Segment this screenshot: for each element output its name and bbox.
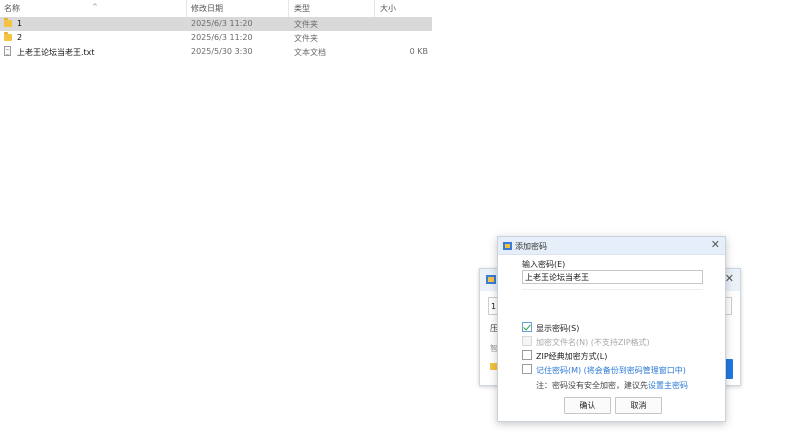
column-header-row: 名称 ^ 修改日期 类型 大小: [0, 0, 432, 17]
folder-icon: [4, 18, 12, 27]
close-icon[interactable]: ✕: [725, 272, 734, 285]
show-password-checkbox[interactable]: [522, 322, 532, 332]
column-header-name[interactable]: 名称: [4, 3, 20, 14]
text-file-icon: [4, 46, 11, 56]
close-button[interactable]: ✕: [711, 238, 720, 251]
file-date: 2025/6/3 11:20: [191, 19, 253, 28]
file-type: 文本文档: [294, 48, 326, 57]
column-divider[interactable]: [374, 0, 375, 17]
file-type: 文件夹: [294, 34, 318, 43]
zip-classic-label[interactable]: ZIP经典加密方式(L): [536, 351, 607, 362]
archive-app-icon: [503, 242, 512, 250]
column-header-size[interactable]: 大小: [380, 3, 396, 14]
file-row-2[interactable]: 2 2025/6/3 11:20 文件夹: [0, 31, 432, 45]
column-header-date[interactable]: 修改日期: [191, 3, 223, 14]
file-name: 上老王论坛当老王.txt: [17, 48, 95, 57]
file-row-txt[interactable]: 上老王论坛当老王.txt 2025/5/30 3:30 文本文档 0 KB: [0, 45, 432, 59]
file-date: 2025/5/30 3:30: [191, 47, 253, 56]
folder-icon: [4, 32, 12, 41]
close-icon: ✕: [710, 238, 720, 251]
file-type: 文件夹: [294, 20, 318, 29]
zip-classic-checkbox[interactable]: [522, 350, 532, 360]
security-note-text: 注：密码没有安全加密，建议先: [536, 381, 648, 390]
confirm-button[interactable]: 确认: [564, 397, 611, 414]
column-divider[interactable]: [288, 0, 289, 17]
column-divider[interactable]: [186, 0, 187, 17]
encrypt-filenames-checkbox: [522, 336, 532, 346]
file-size: 0 KB: [409, 47, 428, 56]
add-password-dialog: 添加密码 ✕ 输入密码(E) 显示密码(S) 加密文件名(N) (不支持ZIP格…: [497, 236, 726, 422]
encrypt-filenames-label: 加密文件名(N) (不支持ZIP格式): [536, 338, 650, 347]
cancel-button[interactable]: 取消: [615, 397, 662, 414]
file-name: 2: [17, 33, 23, 42]
show-password-label[interactable]: 显示密码(S): [536, 323, 579, 334]
archive-app-icon: [486, 275, 496, 284]
divider: [522, 289, 703, 290]
password-label: 输入密码(E): [522, 260, 566, 269]
file-list: 名称 ^ 修改日期 类型 大小 1 2025/6/3 11:20 文件夹 2 2…: [0, 0, 432, 59]
file-date: 2025/6/3 11:20: [191, 33, 253, 42]
set-master-password-link[interactable]: 设置主密码: [648, 381, 688, 390]
column-header-type[interactable]: 类型: [294, 3, 310, 14]
file-name: 1: [17, 19, 23, 28]
remember-password-checkbox[interactable]: [522, 364, 532, 374]
dialog-titlebar: 添加密码 ✕: [498, 237, 725, 255]
password-input[interactable]: [522, 270, 703, 284]
sort-caret-icon: ^: [92, 3, 98, 11]
start-compress-button[interactable]: [725, 359, 733, 379]
security-note: 注：密码没有安全加密，建议先设置主密码: [536, 380, 688, 391]
remember-password-label[interactable]: 记住密码(M) (将会备份到密码管理窗口中): [536, 365, 686, 376]
dialog-title: 添加密码: [515, 242, 547, 251]
file-row-1[interactable]: 1 2025/6/3 11:20 文件夹: [0, 17, 432, 31]
